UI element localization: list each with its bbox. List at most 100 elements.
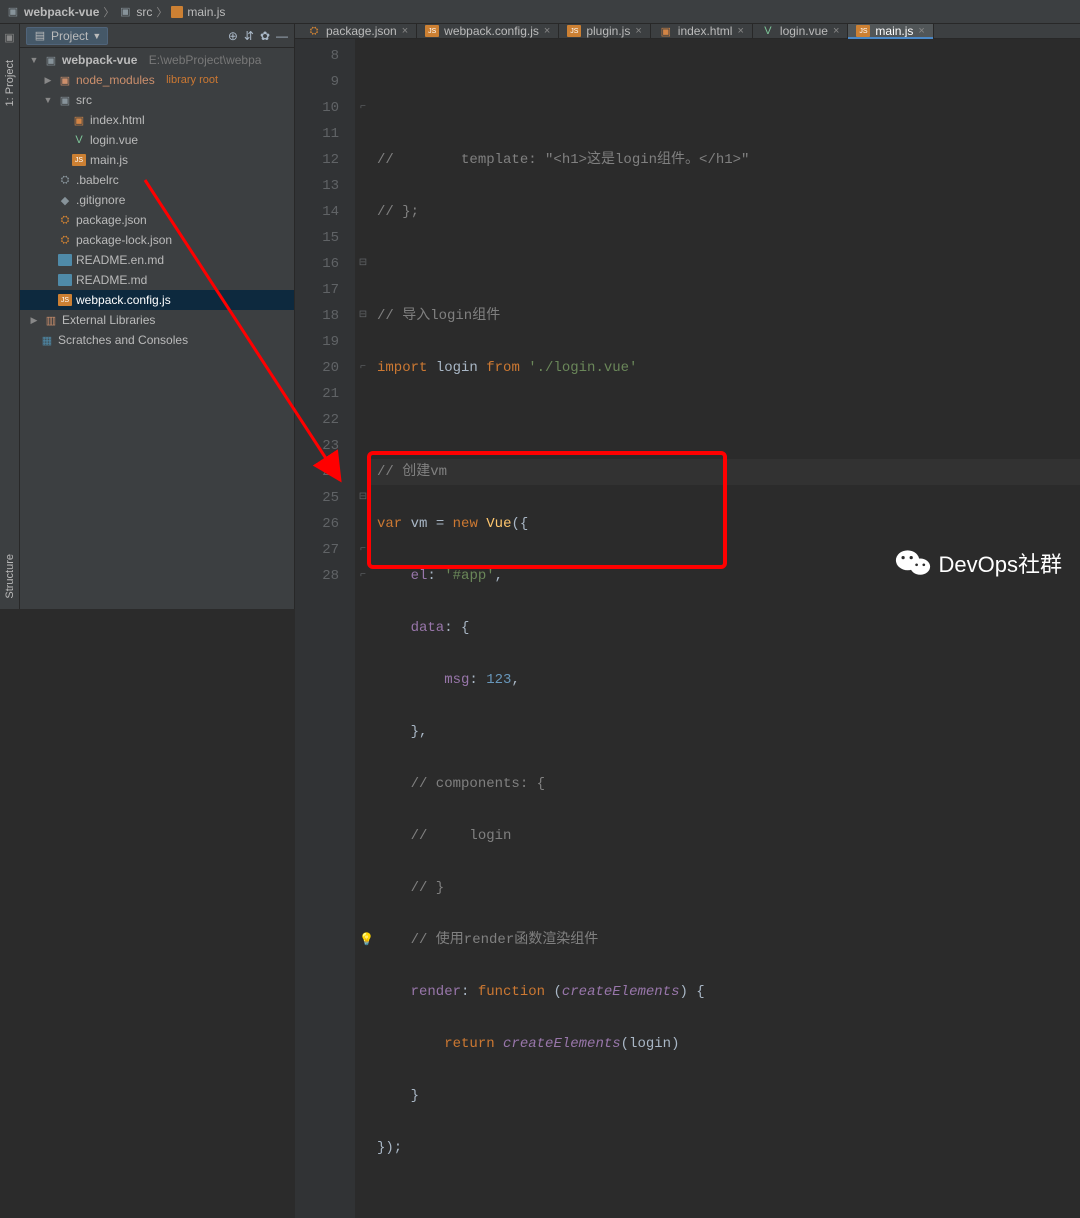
tree-file-package-lock[interactable]: ⛭ package-lock.json: [20, 230, 294, 250]
tree-label: src: [76, 93, 92, 107]
breadcrumb-label: src: [136, 5, 152, 19]
tree-label: index.html: [90, 113, 145, 127]
html-file-icon: ▣: [72, 113, 86, 127]
tree-node-modules[interactable]: ▶ ▣ node_modules library root: [20, 70, 294, 90]
code-line: // 创建vm: [377, 459, 1080, 485]
js-file-icon: JS: [58, 294, 72, 306]
tab-index-html[interactable]: ▣ index.html ×: [651, 24, 753, 38]
tree-label: .babelrc: [76, 173, 119, 187]
tab-plugin-js[interactable]: JS plugin.js ×: [559, 24, 650, 38]
close-icon[interactable]: ×: [918, 25, 924, 37]
tree-label: package.json: [76, 213, 147, 227]
code-line: // components: {: [377, 771, 1080, 797]
breadcrumb-separator: 〉: [103, 4, 114, 20]
code-line: msg: 123,: [377, 667, 1080, 693]
editor-area: ⛭ package.json × JS webpack.config.js × …: [295, 24, 1080, 609]
library-root-label: library root: [166, 74, 218, 86]
tree-label: README.md: [76, 273, 147, 287]
tree-file-gitignore[interactable]: ◆ .gitignore: [20, 190, 294, 210]
tree-label: External Libraries: [62, 313, 155, 327]
code-line: data: {: [377, 615, 1080, 641]
tab-login-vue[interactable]: V login.vue ×: [753, 24, 848, 38]
close-icon[interactable]: ×: [833, 25, 839, 37]
breadcrumb-item[interactable]: ▣ webpack-vue: [6, 5, 99, 19]
json-file-icon: ⛭: [58, 233, 72, 247]
tree-label: package-lock.json: [76, 233, 172, 247]
close-icon[interactable]: ×: [544, 25, 550, 37]
chevron-down-icon: ▼: [92, 31, 101, 41]
tree-label: main.js: [90, 153, 128, 167]
tree-file-login-vue[interactable]: V login.vue: [20, 130, 294, 150]
code-line: // login: [377, 823, 1080, 849]
line-gutter: 8910 111213 141516 171819 202122 232425 …: [295, 39, 355, 1218]
scratch-icon: ▦: [40, 333, 54, 347]
tree-file-webpack-config[interactable]: JS webpack.config.js: [20, 290, 294, 310]
tree-src[interactable]: ▼ ▣ src: [20, 90, 294, 110]
project-pane: ▤ Project ▼ ⊕ ⇵ ✿ — ▼ ▣ webpack-vue E:\w…: [20, 24, 295, 609]
breadcrumb: ▣ webpack-vue 〉 ▣ src 〉 main.js: [0, 0, 1080, 24]
close-icon[interactable]: ×: [402, 25, 408, 37]
project-toolbar: ▤ Project ▼ ⊕ ⇵ ✿ —: [20, 24, 294, 48]
tab-label: main.js: [875, 24, 913, 38]
bulb-icon[interactable]: 💡: [359, 927, 374, 953]
tree-file-index-html[interactable]: ▣ index.html: [20, 110, 294, 130]
hide-icon[interactable]: —: [276, 29, 288, 43]
file-icon: ⛭: [58, 173, 72, 187]
project-tree[interactable]: ▼ ▣ webpack-vue E:\webProject\webpa ▶ ▣ …: [20, 48, 294, 352]
folder-icon: ▣: [118, 5, 132, 19]
tree-file-babelrc[interactable]: ⛭ .babelrc: [20, 170, 294, 190]
folder-icon: ▣: [6, 5, 20, 19]
library-icon: ▥: [44, 313, 58, 327]
tab-main-js[interactable]: JS main.js ×: [848, 24, 933, 38]
js-file-icon: JS: [856, 25, 870, 37]
tab-package-json[interactable]: ⛭ package.json ×: [299, 24, 417, 38]
tree-root[interactable]: ▼ ▣ webpack-vue E:\webProject\webpa: [20, 50, 294, 70]
file-icon: ◆: [58, 193, 72, 207]
code-line: // 导入login组件: [377, 303, 1080, 329]
vue-file-icon: V: [72, 133, 86, 147]
tree-label: .gitignore: [76, 193, 125, 207]
tree-label: node_modules: [76, 73, 155, 87]
code-line: [377, 407, 1080, 433]
md-file-icon: [58, 274, 72, 286]
target-icon[interactable]: ⊕: [228, 29, 238, 43]
md-file-icon: [58, 254, 72, 266]
js-file-icon: JS: [567, 25, 581, 37]
code-content[interactable]: // template: "<h1>这是login组件。</h1>" // };…: [371, 39, 1080, 1218]
structure-tool-label[interactable]: Structure: [4, 550, 16, 603]
breadcrumb-label: main.js: [187, 5, 225, 19]
code-line: import login from './login.vue': [377, 355, 1080, 381]
breadcrumb-item[interactable]: ▣ src: [118, 5, 152, 19]
code-editor[interactable]: 8910 111213 141516 171819 202122 232425 …: [295, 39, 1080, 1218]
code-line: 💡 // 使用render函数渲染组件: [377, 927, 1080, 953]
project-tool-label[interactable]: 1: Project: [4, 56, 16, 110]
close-icon[interactable]: ×: [737, 25, 743, 37]
gear-icon[interactable]: ✿: [260, 29, 270, 43]
close-icon[interactable]: ×: [635, 25, 641, 37]
tree-external-libs[interactable]: ▶ ▥ External Libraries: [20, 310, 294, 330]
tree-path: E:\webProject\webpa: [149, 53, 262, 67]
tab-label: package.json: [326, 24, 397, 38]
vue-file-icon: V: [761, 24, 775, 38]
tree-file-readme-en[interactable]: README.en.md: [20, 250, 294, 270]
collapse-icon[interactable]: ⇵: [244, 29, 254, 43]
tool-icon[interactable]: ▣: [3, 30, 17, 44]
code-line: var vm = new Vue({: [377, 511, 1080, 537]
code-line: return createElements(login): [377, 1031, 1080, 1057]
code-line: [377, 95, 1080, 121]
html-file-icon: ▣: [659, 24, 673, 38]
tree-file-package-json[interactable]: ⛭ package.json: [20, 210, 294, 230]
tree-file-main-js[interactable]: JS main.js: [20, 150, 294, 170]
fold-column[interactable]: ⌐ ⊟ ⊟ ⌐ ⊟ ⌐⌐: [355, 39, 371, 1218]
breadcrumb-item[interactable]: main.js: [171, 5, 225, 19]
tree-scratches[interactable]: ▦ Scratches and Consoles: [20, 330, 294, 350]
left-tool-strip: ▣ 1: Project Structure: [0, 24, 20, 609]
tab-label: login.vue: [780, 24, 828, 38]
tree-file-readme-md[interactable]: README.md: [20, 270, 294, 290]
breadcrumb-label: webpack-vue: [24, 5, 99, 19]
js-file-icon: [171, 6, 183, 18]
folder-icon: ▣: [44, 53, 58, 67]
tab-webpack-config[interactable]: JS webpack.config.js ×: [417, 24, 559, 38]
code-line: [377, 251, 1080, 277]
project-view-dropdown[interactable]: ▤ Project ▼: [26, 27, 108, 45]
